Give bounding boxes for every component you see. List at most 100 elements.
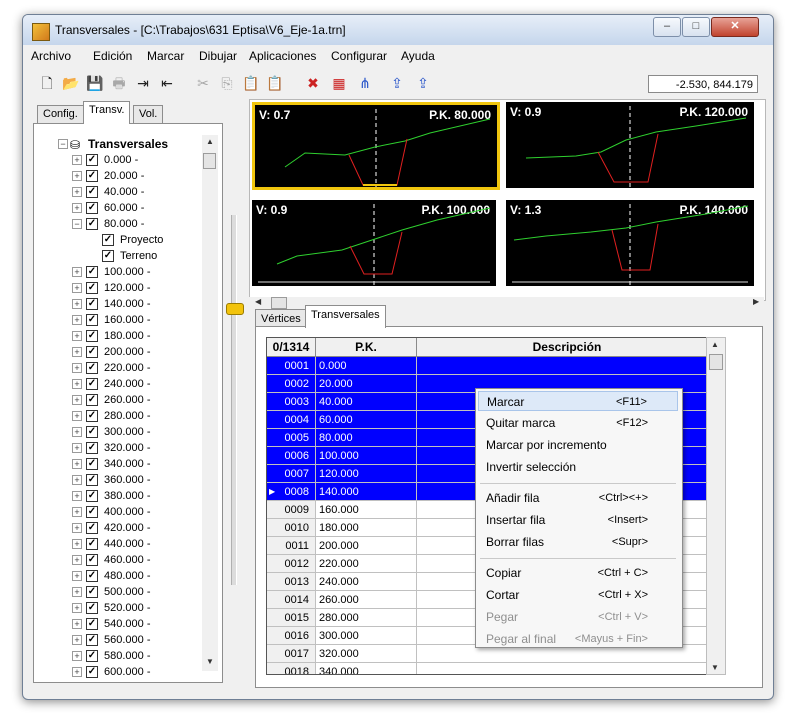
tree-item[interactable]: + ✓ 20.000 - (54, 168, 204, 184)
scroll-thumb[interactable] (203, 153, 216, 169)
pk-cell[interactable]: 340.000 (316, 663, 417, 674)
expand-icon[interactable]: + (72, 523, 82, 533)
tree-item[interactable]: + ✓ 140.000 - (54, 296, 204, 312)
paste-end-icon[interactable]: 📋 (265, 73, 285, 93)
checkbox[interactable]: ✓ (86, 634, 98, 646)
send-all-icon[interactable]: ⇪ (413, 73, 433, 93)
expand-icon[interactable]: + (72, 427, 82, 437)
checkbox[interactable]: ✓ (86, 202, 98, 214)
checkbox[interactable]: ✓ (86, 602, 98, 614)
tree-item[interactable]: + ✓ 600.000 - (54, 664, 204, 680)
tree-subitem[interactable]: ✓ Proyecto (54, 232, 204, 248)
tree-item[interactable]: + ✓ 240.000 - (54, 376, 204, 392)
checkbox[interactable]: ✓ (86, 362, 98, 374)
new-icon[interactable]: 🗋 (37, 73, 57, 93)
cut-icon[interactable]: ✂ (193, 73, 213, 93)
expand-icon[interactable]: + (72, 379, 82, 389)
grid-scrollbar[interactable]: ▲ ▼ (706, 337, 726, 675)
checkbox[interactable]: ✓ (86, 570, 98, 582)
pk-cell[interactable]: 300.000 (316, 627, 417, 645)
expand-icon[interactable]: + (72, 571, 82, 581)
pk-cell[interactable]: 320.000 (316, 645, 417, 663)
row-id-cell[interactable]: 0015 (267, 609, 316, 627)
menu-item[interactable]: Quitar marca <F12> (478, 413, 678, 433)
expand-icon[interactable]: + (72, 603, 82, 613)
tree-item[interactable]: + ✓ 320.000 - (54, 440, 204, 456)
column-header[interactable]: Descripción (417, 338, 717, 357)
expand-icon[interactable]: + (72, 491, 82, 501)
row-id-cell[interactable]: 0013 (267, 573, 316, 591)
tree-item[interactable]: + ✓ 520.000 - (54, 600, 204, 616)
row-id-cell[interactable]: ▶ 0008 (267, 483, 316, 501)
expand-icon[interactable]: + (72, 459, 82, 469)
scroll-left-icon[interactable]: ◀ (255, 297, 261, 306)
checkbox[interactable]: ✓ (86, 618, 98, 630)
close-button[interactable]: ✕ (711, 17, 759, 37)
tab-transv[interactable]: Transv. (83, 101, 131, 124)
tree-item[interactable]: + ✓ 420.000 - (54, 520, 204, 536)
expand-icon[interactable]: + (72, 171, 82, 181)
menu-item[interactable]: Copiar <Ctrl + C> (478, 563, 678, 583)
tree-item[interactable]: + ✓ 200.000 - (54, 344, 204, 360)
expand-icon[interactable]: + (72, 395, 82, 405)
expand-icon[interactable]: + (72, 203, 82, 213)
print-icon[interactable]: 🖶 (109, 73, 129, 93)
checkbox[interactable]: ✓ (86, 330, 98, 342)
checkbox[interactable]: ✓ (102, 234, 114, 246)
menu-archivo[interactable]: Archivo (31, 49, 71, 63)
import-icon[interactable]: ⇤ (157, 73, 177, 93)
pk-cell[interactable]: 0.000 (316, 357, 417, 375)
pk-cell[interactable]: 240.000 (316, 573, 417, 591)
menu-item[interactable]: Pegar <Ctrl + V> (478, 607, 678, 627)
scroll-thumb[interactable] (709, 354, 723, 370)
pk-cell[interactable]: 80.000 (316, 429, 417, 447)
expand-icon[interactable]: + (72, 651, 82, 661)
scroll-right-icon[interactable]: ▶ (753, 297, 759, 306)
row-id-cell[interactable]: 0011 (267, 537, 316, 555)
expand-icon[interactable]: + (72, 187, 82, 197)
description-cell[interactable] (417, 663, 717, 674)
title-bar[interactable]: Transversales - [C:\Trabajos\631 Eptisa\… (23, 15, 773, 45)
expand-icon[interactable]: + (72, 555, 82, 565)
row-id-cell[interactable]: 0003 (267, 393, 316, 411)
pk-cell[interactable]: 120.000 (316, 465, 417, 483)
tree-item[interactable]: + ✓ 460.000 - (54, 552, 204, 568)
expand-icon[interactable]: + (72, 283, 82, 293)
pk-cell[interactable]: 280.000 (316, 609, 417, 627)
pk-cell[interactable]: 140.000 (316, 483, 417, 501)
tree-item[interactable]: + ✓ 380.000 - (54, 488, 204, 504)
menu-item[interactable]: Marcar por incremento (478, 435, 678, 455)
checkbox[interactable]: ✓ (86, 378, 98, 390)
menu-item[interactable]: Borrar filas <Supr> (478, 532, 678, 552)
row-id-cell[interactable]: 0001 (267, 357, 316, 375)
menu-item[interactable]: Añadir fila <Ctrl><+> (478, 488, 678, 508)
checkbox[interactable]: ✓ (86, 426, 98, 438)
checkbox[interactable]: ✓ (86, 458, 98, 470)
row-id-cell[interactable]: 0007 (267, 465, 316, 483)
checkbox[interactable]: ✓ (86, 346, 98, 358)
checkbox[interactable]: ✓ (86, 170, 98, 182)
tree-item[interactable]: + ✓ 560.000 - (54, 632, 204, 648)
section-view[interactable]: V: 1.3 P.K. 140.000 (506, 200, 754, 286)
menu-dibujar[interactable]: Dibujar (199, 49, 237, 63)
report-icon[interactable]: ▦ (329, 73, 349, 93)
open-icon[interactable]: 📂 (61, 73, 81, 93)
checkbox[interactable]: ✓ (86, 186, 98, 198)
expand-icon[interactable]: + (72, 411, 82, 421)
sections-icon[interactable]: ⋔ (355, 73, 375, 93)
minimize-button[interactable]: – (653, 17, 681, 37)
row-id-cell[interactable]: 0014 (267, 591, 316, 609)
tree-item[interactable]: + ✓ 100.000 - (54, 264, 204, 280)
tree-item[interactable]: + ✓ 160.000 - (54, 312, 204, 328)
pk-cell[interactable]: 40.000 (316, 393, 417, 411)
section-view[interactable]: V: 0.9 P.K. 100.000 (252, 200, 496, 286)
column-header[interactable]: P.K. (316, 338, 417, 357)
tree-item[interactable]: + ✓ 120.000 - (54, 280, 204, 296)
checkbox[interactable]: ✓ (86, 394, 98, 406)
row-id-cell[interactable]: 0004 (267, 411, 316, 429)
tree-item[interactable]: + ✓ 400.000 - (54, 504, 204, 520)
expand-icon[interactable]: + (72, 299, 82, 309)
checkbox[interactable]: ✓ (86, 298, 98, 310)
menu-marcar[interactable]: Marcar (147, 49, 184, 63)
pk-cell[interactable]: 60.000 (316, 411, 417, 429)
